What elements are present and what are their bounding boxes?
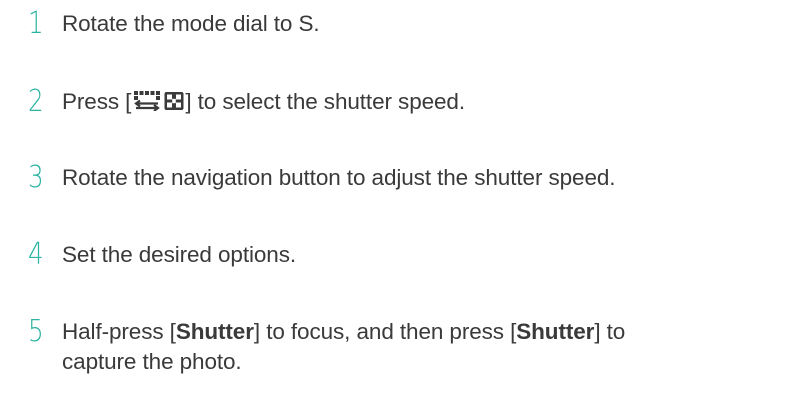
step-text-part3: ] to xyxy=(594,319,626,344)
step-text-after: ] to select the shutter speed. xyxy=(185,89,465,114)
step-text-part2: ] to focus, and then press [ xyxy=(253,319,517,344)
step-text: Press [] to select the shutter speed. xyxy=(62,87,465,119)
step-text: Half-press [Shutter] to focus, and then … xyxy=(62,317,625,377)
step-4: 4 Set the desired options. xyxy=(28,240,798,270)
shutter-button-label: Shutter xyxy=(516,319,595,344)
step-text: Rotate the mode dial to S. xyxy=(62,11,320,36)
step-text-before: Press [ xyxy=(62,89,132,114)
step-1: 1 Rotate the mode dial to S. xyxy=(28,9,798,39)
swap-arrows-icon xyxy=(132,89,162,119)
step-2: 2 Press [] to select the shutter speed. xyxy=(28,87,798,119)
shutter-button-label: Shutter xyxy=(175,319,254,344)
step-text-line2: capture the photo. xyxy=(62,349,242,374)
step-text: Rotate the navigation button to adjust t… xyxy=(62,165,616,190)
grid-button-icon xyxy=(164,89,184,119)
step-5: 5 Half-press [Shutter] to focus, and the… xyxy=(28,317,798,377)
step-text: Set the desired options. xyxy=(62,242,297,267)
step-number: 2 xyxy=(28,84,44,119)
step-text-part1: Half-press [ xyxy=(62,319,176,344)
step-number: 3 xyxy=(28,160,44,195)
step-number: 1 xyxy=(28,6,44,41)
step-3: 3 Rotate the navigation button to adjust… xyxy=(28,163,798,193)
step-number: 5 xyxy=(28,314,44,349)
step-number: 4 xyxy=(28,237,44,272)
instruction-steps: 1 Rotate the mode dial to S. 2 Press []… xyxy=(0,0,800,397)
